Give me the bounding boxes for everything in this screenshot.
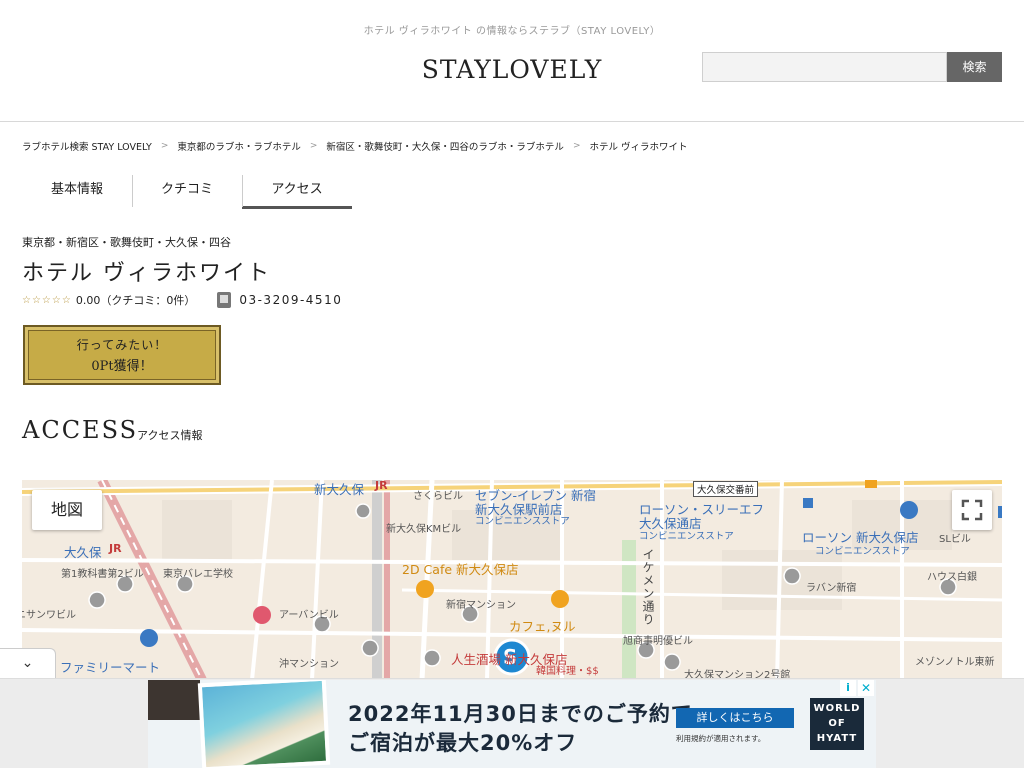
chevron-down-icon: ⌄ (21, 655, 34, 671)
map-label: SLビル (939, 534, 971, 545)
map-label: 第1教科書第2ビル (61, 569, 144, 580)
map-label: 沖マンション (279, 659, 339, 670)
ad-room-image (148, 680, 200, 720)
map-label: 新大久保 (314, 482, 365, 497)
map-label: ラバン新宿 (806, 583, 857, 594)
map-label: さくらビル (413, 491, 463, 502)
breadcrumb-item-tokyo[interactable]: 東京都のラブホ・ラブホテル (177, 139, 301, 153)
ad-headline: 2022年11月30日までのご予約で、 (348, 702, 715, 726)
site-header: ホテル ヴィラホワイト の情報ならステラブ（STAY LOVELY） STAYL… (0, 0, 1024, 122)
phone-icon (217, 292, 232, 308)
ad-collapse-button[interactable]: ⌄ (0, 648, 56, 678)
breadcrumb-item-hotel: ホテル ヴィラホワイト (589, 142, 688, 153)
ad-fine-print: 利用規約が適用されます。 (676, 734, 766, 743)
rating-stars: ☆☆☆☆☆ (22, 294, 72, 306)
map-label: 新宿マンション (446, 600, 516, 611)
map-label: アーバンビル (279, 610, 339, 621)
google-map[interactable]: S 地図 新大久保 JR さくらビル セブン-イレブン 新宿 新大久保駅前店 コ… (22, 480, 1002, 680)
map-label: 東京バレエ学校 (163, 569, 233, 580)
jr-icon: JR (375, 480, 388, 492)
map-label: ニサンワビル (22, 610, 76, 621)
map-label: メゾンノトル東新 (915, 657, 995, 668)
site-logo[interactable]: STAYLOVELY (384, 55, 640, 84)
fullscreen-button[interactable] (952, 490, 992, 530)
breadcrumb: ラブホテル検索 STAY LOVELY > 東京都のラブホ・ラブホテル > 新宿… (22, 139, 688, 153)
map-label: コンビニエンスストア (475, 516, 570, 527)
page: ホテル ヴィラホワイト の情報ならステラブ（STAY LOVELY） STAYL… (0, 0, 1024, 768)
phone-number[interactable]: 03-3209-4510 (239, 293, 342, 307)
search-button[interactable]: 検索 (947, 52, 1002, 82)
ad-brand-word: OF (828, 718, 846, 729)
map-label: 2D Cafe 新大久保店 (402, 562, 519, 577)
advertisement-banner[interactable]: 2022年11月30日までのご予約で、 ご宿泊が最大20%オフ 詳しくはこちら … (148, 680, 876, 768)
ad-info-icon[interactable]: i (840, 680, 856, 696)
search-input[interactable] (702, 52, 947, 82)
map-label: コンビニエンスストア (639, 531, 734, 542)
ad-brand-word: WORLD (813, 703, 861, 714)
jr-icon: JR (109, 542, 122, 555)
breadcrumb-separator: > (572, 141, 581, 151)
map-label: ファミリーマート (60, 660, 161, 675)
access-heading: ACCESS (22, 416, 139, 444)
map-label: カフェ,ヌル (509, 619, 576, 634)
map-type-button[interactable]: 地図 (32, 490, 102, 530)
map-label: 新大久保KMビル (386, 524, 462, 535)
ad-subheadline: ご宿泊が最大20%オフ (348, 731, 578, 755)
map-label: ハウス白銀 (927, 572, 977, 583)
want-to-go-button[interactable]: 行ってみたい！ 0Pt獲得！ (23, 325, 221, 385)
tab-access[interactable]: アクセス (242, 173, 352, 209)
breadcrumb-separator: > (160, 141, 169, 151)
hotel-tabs: 基本情報 クチコミ アクセス (22, 173, 352, 209)
ad-close-icon[interactable]: ✕ (858, 680, 874, 696)
tab-reviews[interactable]: クチコミ (132, 173, 242, 209)
breadcrumb-separator: > (309, 141, 318, 151)
access-subheading: アクセス情報 (137, 429, 203, 442)
hotel-name: ホテル ヴィラホワイト (22, 261, 271, 286)
ad-brand-word: HYATT (816, 733, 858, 744)
ad-brand-logo: WORLD OF HYATT (810, 698, 864, 750)
map-label: イケメン通り (641, 548, 655, 626)
map-label: 大久保交番前 (693, 481, 759, 497)
ad-cta-button[interactable]: 詳しくはこちら (676, 708, 794, 728)
rating-text[interactable]: 0.00（クチコミ：0件） (76, 292, 196, 308)
want-to-go-points: 0Pt獲得！ (91, 359, 153, 374)
map-label: コンビニエンスストア (815, 546, 910, 557)
ad-beach-image (197, 680, 331, 768)
map-label: 大久保 (64, 545, 102, 560)
map-label: 旭商事明優ビル (623, 636, 693, 647)
rating-row: ☆☆☆☆☆ 0.00（クチコミ：0件） 03-3209-4510 (22, 292, 342, 308)
breadcrumb-item-area[interactable]: 新宿区・歌舞伎町・大久保・四谷のラブホ・ラブホテル (326, 139, 564, 153)
tab-basic-info[interactable]: 基本情報 (22, 173, 132, 209)
breadcrumb-item-home[interactable]: ラブホテル検索 STAY LOVELY (22, 139, 152, 153)
want-to-go-label: 行ってみたい！ (76, 338, 168, 352)
hotel-area: 東京都・新宿区・歌舞伎町・大久保・四谷 (22, 236, 231, 249)
fullscreen-icon (961, 499, 983, 521)
map-label: 韓国料理・$$ (536, 666, 599, 677)
site-tagline: ホテル ヴィラホワイト の情報ならステラブ（STAY LOVELY） (363, 26, 661, 37)
